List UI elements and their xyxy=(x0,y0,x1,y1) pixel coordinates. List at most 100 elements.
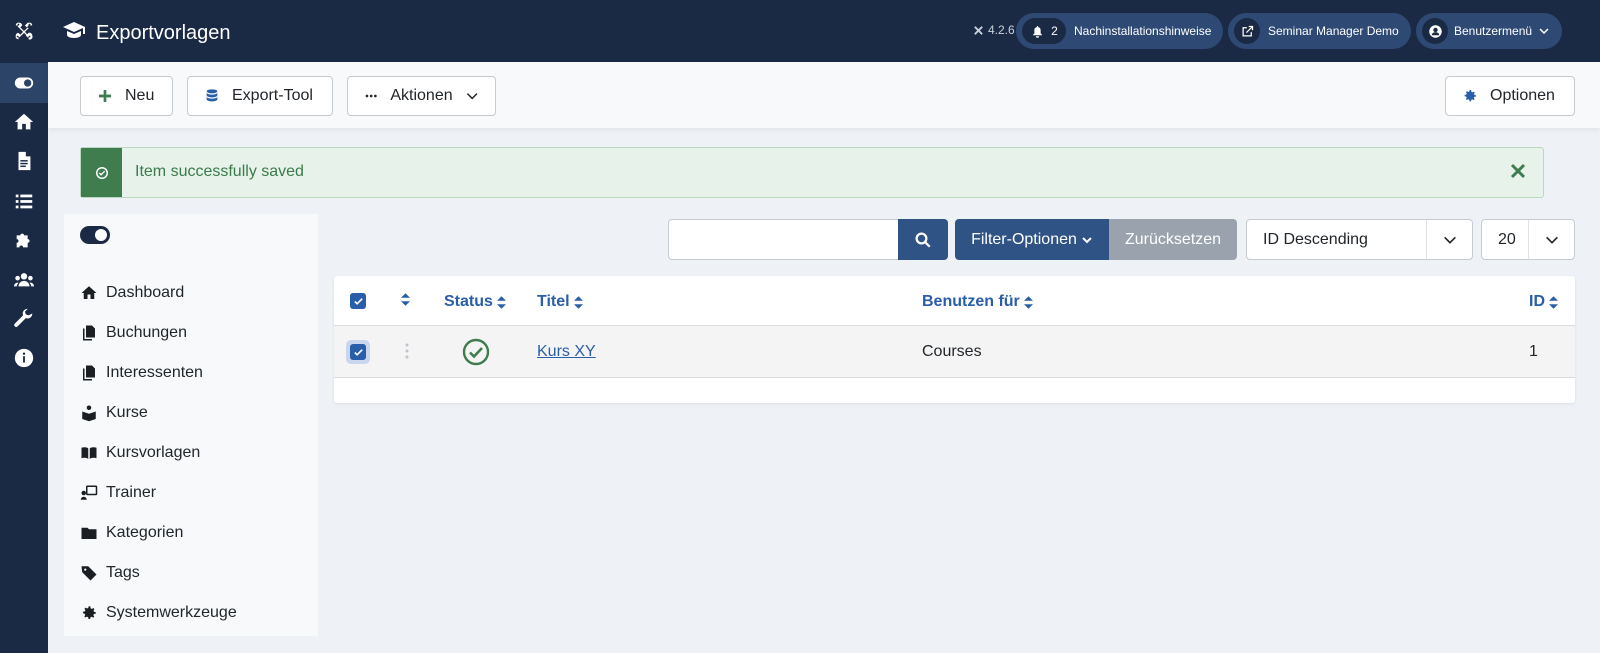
content-icon[interactable] xyxy=(0,141,48,181)
ordering-select[interactable]: ID Descending xyxy=(1246,219,1473,260)
limit-select[interactable]: 20 xyxy=(1481,219,1575,260)
close-alert-button[interactable] xyxy=(1505,158,1531,184)
ordering-value: ID Descending xyxy=(1263,230,1368,248)
home-icon[interactable] xyxy=(0,102,48,142)
nav-item-label: Trainer xyxy=(106,484,157,501)
puzzle-icon[interactable] xyxy=(0,220,48,260)
used-for-header-label: Benutzen für xyxy=(922,293,1020,310)
sidebar-toggle[interactable] xyxy=(80,226,110,244)
published-check-icon[interactable] xyxy=(462,338,490,371)
table-header: Status Titel Benutzen für ID xyxy=(334,276,1575,326)
id-header[interactable]: ID xyxy=(1529,293,1558,311)
row-used-for: Courses xyxy=(922,343,982,360)
close-icon xyxy=(1510,163,1526,179)
success-alert: Item successfully saved xyxy=(80,147,1544,198)
check-icon xyxy=(353,297,363,305)
wrench-icon[interactable] xyxy=(0,299,48,339)
nav-item-label: Systemwerkzeuge xyxy=(106,604,237,621)
nav-item-label: Dashboard xyxy=(106,284,185,301)
status-header[interactable]: Status xyxy=(444,293,506,311)
nav-item-label: Interessenten xyxy=(106,364,203,381)
nav-item-interessenten[interactable]: Interessenten xyxy=(80,364,203,382)
nav-item-systemwerkzeuge[interactable]: Systemwerkzeuge xyxy=(80,604,237,622)
id-header-label: ID xyxy=(1529,293,1545,310)
external-link-icon xyxy=(1234,18,1260,44)
nav-item-kategorien[interactable]: Kategorien xyxy=(80,524,183,542)
copy-icon xyxy=(83,365,95,381)
search-icon xyxy=(915,232,931,248)
search-input[interactable] xyxy=(668,219,898,260)
chevron-down-icon xyxy=(1528,220,1574,259)
options-button[interactable]: Optionen xyxy=(1445,76,1575,116)
nav-item-label: Kategorien xyxy=(106,524,184,541)
nav-item-label: Kursvorlagen xyxy=(106,444,201,461)
version-info: 4.2.6 xyxy=(973,23,1015,37)
check-circle-icon xyxy=(81,148,122,197)
row-checkbox[interactable] xyxy=(350,344,366,360)
new-button[interactable]: Neu xyxy=(80,76,173,116)
page-title-wrap: Exportvorlagen xyxy=(62,18,231,48)
export-tool-button[interactable]: Export-Tool xyxy=(187,76,333,116)
sort-icon xyxy=(1023,295,1033,309)
caret-down-icon xyxy=(1082,236,1092,243)
nav-item-tags[interactable]: Tags xyxy=(80,564,140,582)
nav-item-kurse[interactable]: Kurse xyxy=(80,404,148,422)
drag-handle-icon[interactable] xyxy=(404,342,410,365)
nav-item-dashboard[interactable]: Dashboard xyxy=(80,284,184,302)
gear-icon xyxy=(83,606,96,619)
site-link-button[interactable]: Seminar Manager Demo xyxy=(1228,13,1411,49)
bell-icon: 2 xyxy=(1022,18,1066,44)
toolbar: Neu Export-Tool Aktionen Optionen xyxy=(48,62,1600,128)
chevron-down-icon xyxy=(466,93,478,100)
nav-item-trainer[interactable]: Trainer xyxy=(80,484,156,502)
chevron-down-icon xyxy=(1426,220,1472,259)
title-header[interactable]: Titel xyxy=(537,293,583,311)
sort-icon xyxy=(496,295,506,309)
post-install-label: Nachinstallationshinweise xyxy=(1074,24,1212,38)
version-text: 4.2.6 xyxy=(988,23,1015,37)
notification-count: 2 xyxy=(1051,24,1058,38)
users-icon[interactable] xyxy=(0,260,48,300)
export-templates-table: Status Titel Benutzen für ID Kurs XY Cou… xyxy=(334,276,1575,403)
toggle-menu-icon[interactable] xyxy=(0,63,48,103)
joomla-small-icon xyxy=(974,25,983,35)
reset-button[interactable]: Zurücksetzen xyxy=(1109,219,1237,260)
options-label: Optionen xyxy=(1490,87,1555,104)
actions-dropdown[interactable]: Aktionen xyxy=(347,76,496,116)
chevron-down-icon xyxy=(1539,28,1549,35)
nav-item-kursvorlagen[interactable]: Kursvorlagen xyxy=(80,444,200,462)
ordering-sort-header[interactable] xyxy=(401,293,410,306)
reset-label: Zurücksetzen xyxy=(1124,230,1222,248)
graduation-cap-icon xyxy=(62,18,86,48)
nav-item-label: Buchungen xyxy=(106,324,187,341)
plus-icon xyxy=(99,90,111,102)
actions-label: Aktionen xyxy=(390,87,453,104)
site-label: Seminar Manager Demo xyxy=(1268,24,1399,38)
row-id: 1 xyxy=(1529,343,1538,360)
search-button[interactable] xyxy=(898,219,948,260)
alert-message: Item successfully saved xyxy=(135,163,304,180)
copy-icon xyxy=(83,325,95,341)
joomla-logo-icon[interactable] xyxy=(0,0,48,62)
sort-icon xyxy=(401,293,410,306)
limit-value: 20 xyxy=(1498,230,1516,248)
tag-icon xyxy=(81,566,97,581)
info-icon[interactable] xyxy=(0,338,48,378)
main-sidebar xyxy=(0,0,48,653)
page-title: Exportvorlagen xyxy=(96,21,231,44)
row-title-link[interactable]: Kurs XY xyxy=(537,343,596,361)
user-menu-button[interactable]: Benutzermenü xyxy=(1416,13,1563,49)
nav-item-buchungen[interactable]: Buchungen xyxy=(80,324,187,342)
title-header-label: Titel xyxy=(537,293,570,310)
folder-icon xyxy=(81,527,97,539)
select-all-checkbox[interactable] xyxy=(350,293,366,309)
gear-icon xyxy=(1464,90,1476,102)
reader-icon xyxy=(82,405,96,422)
user-menu-label: Benutzermenü xyxy=(1454,24,1533,38)
list-icon[interactable] xyxy=(0,181,48,221)
post-install-messages-button[interactable]: 2 Nachinstallationshinweise xyxy=(1016,13,1224,49)
table-row: Kurs XY Courses 1 xyxy=(334,326,1575,378)
status-header-label: Status xyxy=(444,293,493,310)
filter-options-button[interactable]: Filter-Optionen xyxy=(955,219,1109,260)
used-for-header[interactable]: Benutzen für xyxy=(922,293,1033,311)
